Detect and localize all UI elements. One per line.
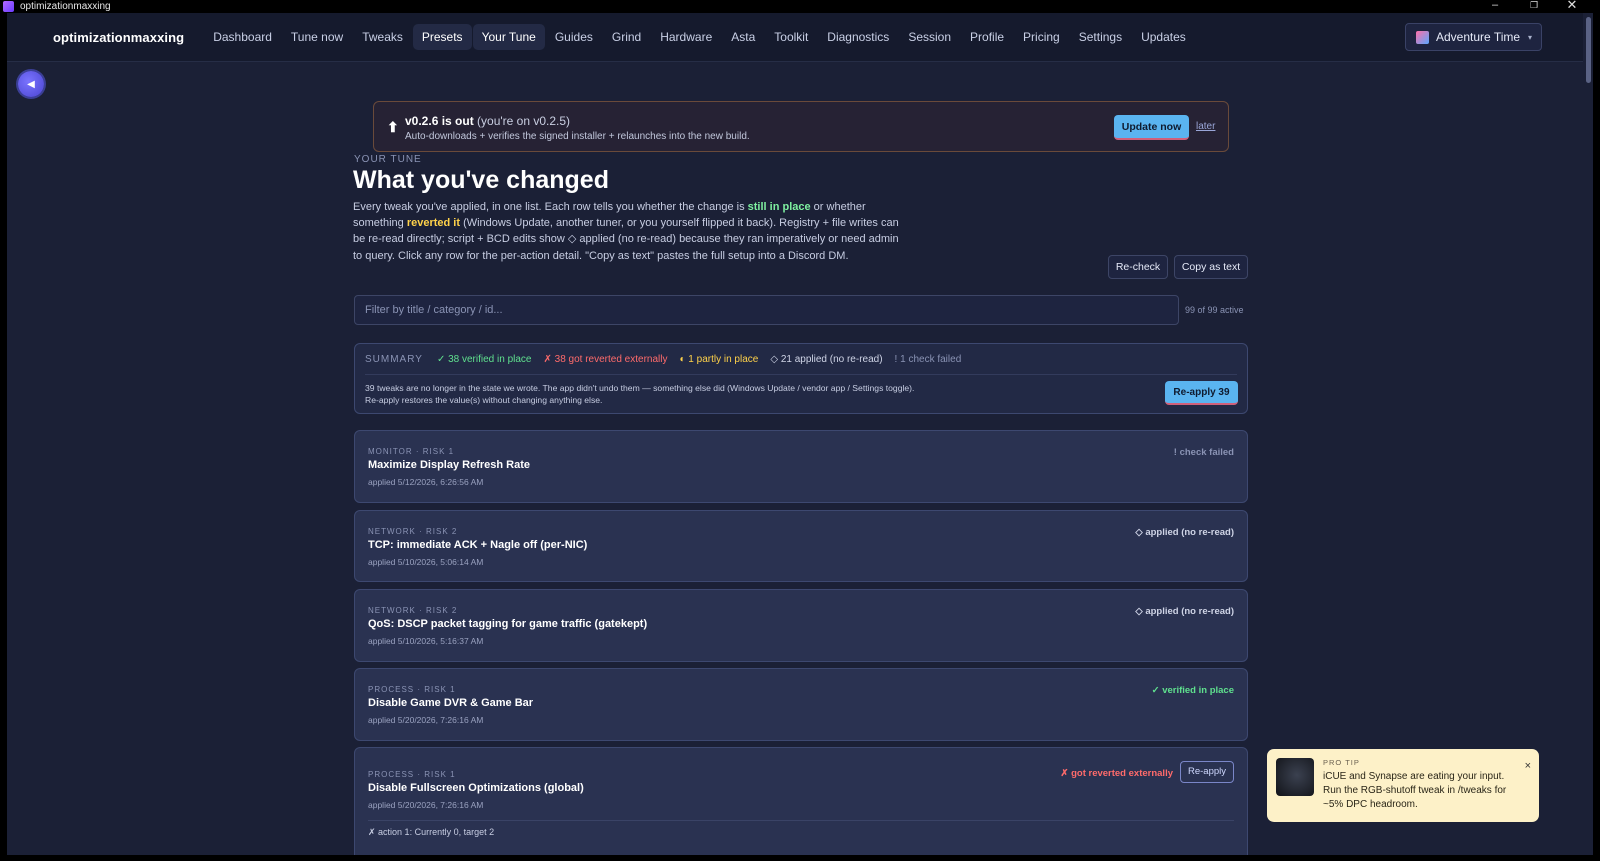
- summary-panel: SUMMARY ✓ 38 verified in place ✗ 38 got …: [354, 343, 1248, 414]
- nav-diagnostics[interactable]: Diagnostics: [818, 24, 898, 50]
- copy-as-text-button[interactable]: Copy as text: [1174, 255, 1248, 279]
- tweak-applied-date: applied 5/20/2026, 7:26:16 AM: [368, 800, 484, 810]
- chevron-down-icon: ▾: [1528, 32, 1533, 42]
- update-current-version: (you're on v0.2.5): [477, 114, 571, 128]
- nav-session[interactable]: Session: [899, 24, 960, 50]
- tweak-meta: PROCESS · RISK 1: [368, 685, 456, 694]
- tweak-status-badge: ✗ got reverted externally: [1060, 768, 1173, 779]
- app-window: optimizationmaxxing Dashboard Tune now T…: [7, 13, 1593, 855]
- brand-logo[interactable]: optimizationmaxxing: [53, 30, 184, 45]
- back-button[interactable]: ◀: [18, 71, 44, 97]
- nav-your-tune[interactable]: Your Tune: [472, 24, 545, 50]
- nav-toolkit[interactable]: Toolkit: [765, 24, 817, 50]
- summary-verified: ✓ 38 verified in place: [436, 354, 532, 365]
- nav-tweaks[interactable]: Tweaks: [353, 24, 412, 50]
- summary-applied: ◇ 21 applied (no re-read): [770, 354, 883, 365]
- nav-guides[interactable]: Guides: [546, 24, 602, 50]
- tweak-applied-date: applied 5/10/2026, 5:16:37 AM: [368, 636, 484, 646]
- os-title-bar: optimizationmaxxing – ❐ ✕: [0, 0, 1600, 13]
- summary-label: SUMMARY: [365, 354, 423, 365]
- tweak-row[interactable]: PROCESS · RISK 1 Disable Game DVR & Game…: [354, 668, 1248, 741]
- tweak-applied-date: applied 5/12/2026, 6:26:56 AM: [368, 477, 484, 487]
- close-icon[interactable]: ×: [1525, 760, 1531, 772]
- update-now-button[interactable]: Update now: [1114, 115, 1189, 140]
- reapply-all-button[interactable]: Re-apply 39: [1165, 381, 1238, 405]
- intro-still-in-place: still in place: [747, 201, 811, 213]
- tweak-meta: PROCESS · RISK 1: [368, 770, 456, 779]
- tweak-status-badge: ! check failed: [1173, 447, 1234, 458]
- summary-partly: ◐ 1 partly in place: [679, 354, 759, 365]
- filter-input[interactable]: [354, 295, 1179, 325]
- tweak-applied-date: applied 5/10/2026, 5:06:14 AM: [368, 557, 484, 567]
- intro-text-a: Every tweak you've applied, in one list.…: [353, 201, 748, 213]
- tip-message: iCUE and Synapse are eating your input. …: [1323, 771, 1507, 810]
- scrollbar[interactable]: [1583, 13, 1593, 855]
- tweak-applied-date: applied 5/20/2026, 7:26:16 AM: [368, 715, 484, 725]
- tweak-status-badge: ◇ applied (no re-read): [1135, 527, 1234, 538]
- profile-selector[interactable]: Adventure Time ▾: [1405, 23, 1542, 51]
- nav-pricing[interactable]: Pricing: [1014, 24, 1069, 50]
- nav-hardware[interactable]: Hardware: [651, 24, 721, 50]
- tweak-title: QoS: DSCP packet tagging for game traffi…: [368, 618, 648, 630]
- summary-stats: SUMMARY ✓ 38 verified in place ✗ 38 got …: [365, 354, 973, 365]
- intro-reverted-it: reverted it: [406, 217, 461, 230]
- nav-presets[interactable]: Presets: [412, 24, 472, 50]
- minimize-icon[interactable]: –: [1485, 0, 1505, 13]
- tweak-row[interactable]: NETWORK · RISK 2 QoS: DSCP packet taggin…: [354, 589, 1248, 662]
- window-title: optimizationmaxxing: [20, 1, 111, 12]
- tweak-row[interactable]: NETWORK · RISK 2 TCP: immediate ACK + Na…: [354, 510, 1248, 582]
- nav-dashboard[interactable]: Dashboard: [204, 24, 281, 50]
- tweak-title: Maximize Display Refresh Rate: [368, 459, 531, 471]
- tip-thumbnail: [1276, 758, 1314, 796]
- reapply-button[interactable]: Re-apply: [1180, 761, 1234, 783]
- summary-failed: ! 1 check failed: [894, 354, 962, 365]
- update-detail: Auto-downloads + verifies the signed ins…: [405, 131, 750, 142]
- nav-asta[interactable]: Asta: [722, 24, 764, 50]
- profile-name: Adventure Time: [1436, 30, 1521, 44]
- tweak-meta: NETWORK · RISK 2: [368, 606, 458, 615]
- nav-tune-now[interactable]: Tune now: [282, 24, 352, 50]
- tweak-status-badge: ◇ applied (no re-read): [1135, 606, 1234, 617]
- update-banner: ⬆ v0.2.6 is out (you're on v0.2.5) Auto-…: [373, 101, 1229, 152]
- summary-text: 39 tweaks are no longer in the state we …: [365, 383, 915, 405]
- tweak-title: TCP: immediate ACK + Nagle off (per-NIC): [368, 539, 588, 551]
- tweak-meta: NETWORK · RISK 2: [368, 527, 458, 536]
- tweak-row[interactable]: MONITOR · RISK 1 Maximize Display Refres…: [354, 430, 1248, 503]
- active-count: 99 of 99 active: [1185, 305, 1244, 315]
- top-nav: optimizationmaxxing Dashboard Tune now T…: [7, 13, 1593, 62]
- profile-swatch-icon: [1416, 30, 1429, 44]
- tweak-row[interactable]: PROCESS · RISK 1 Disable Fullscreen Opti…: [354, 747, 1248, 855]
- nav-updates[interactable]: Updates: [1132, 24, 1195, 50]
- close-icon[interactable]: ✕: [1562, 0, 1582, 13]
- tweak-status-badge: ✓ verified in place: [1151, 685, 1234, 696]
- scrollbar-thumb[interactable]: [1586, 17, 1591, 83]
- nav-grind[interactable]: Grind: [603, 24, 650, 50]
- page-title: What you've changed: [353, 166, 609, 194]
- back-arrow-icon: ◀: [27, 78, 35, 90]
- recheck-button[interactable]: Re-check: [1108, 255, 1168, 279]
- update-arrow-icon: ⬆: [387, 119, 399, 135]
- restore-icon[interactable]: ❐: [1524, 0, 1544, 13]
- app-icon: [3, 1, 14, 12]
- nav-profile[interactable]: Profile: [961, 24, 1013, 50]
- nav-settings[interactable]: Settings: [1070, 24, 1131, 50]
- tweak-divider: [368, 820, 1234, 821]
- tip-eyebrow: PRO TIP: [1323, 758, 1360, 767]
- pro-tip-toast: PRO TIP iCUE and Synapse are eating your…: [1267, 749, 1539, 822]
- tweak-title: Disable Fullscreen Optimizations (global…: [368, 782, 584, 794]
- later-link[interactable]: later: [1196, 121, 1215, 132]
- update-version: v0.2.6 is out: [405, 114, 474, 128]
- tweak-title: Disable Game DVR & Game Bar: [368, 697, 534, 709]
- summary-divider: [365, 374, 1237, 375]
- tweak-meta: MONITOR · RISK 1: [368, 447, 455, 456]
- page-eyebrow: YOUR TUNE: [354, 154, 422, 165]
- page-intro: Every tweak you've applied, in one list.…: [353, 199, 901, 264]
- tweak-action-detail: ✗ action 1: Currently 0, target 2: [368, 827, 495, 837]
- summary-reverted: ✗ 38 got reverted externally: [543, 354, 668, 365]
